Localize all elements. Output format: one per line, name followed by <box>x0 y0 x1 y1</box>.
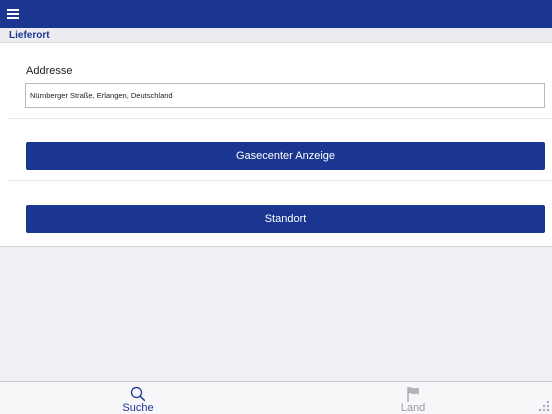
tab-land[interactable]: Land <box>353 382 473 414</box>
tab-suche[interactable]: Suche <box>78 382 198 414</box>
search-icon <box>130 386 146 402</box>
location-button[interactable]: Standort <box>26 205 545 233</box>
address-input[interactable] <box>25 83 545 108</box>
delivery-location-form: Addresse Gasecenter Anzeige Standort <box>0 43 552 247</box>
address-label: Addresse <box>26 65 73 77</box>
resize-grip-icon <box>539 401 549 411</box>
top-navigation-bar <box>0 0 552 28</box>
section-title: Lieferort <box>9 30 50 41</box>
flag-icon <box>407 387 419 402</box>
tab-label: Land <box>400 402 426 414</box>
divider <box>8 180 552 181</box>
divider <box>8 118 552 119</box>
hamburger-menu-icon[interactable] <box>7 9 19 19</box>
gasecenter-display-button[interactable]: Gasecenter Anzeige <box>26 142 545 170</box>
tab-bar: Suche Land <box>0 381 552 414</box>
tab-label: Suche <box>122 402 154 414</box>
section-header: Lieferort <box>0 28 552 43</box>
